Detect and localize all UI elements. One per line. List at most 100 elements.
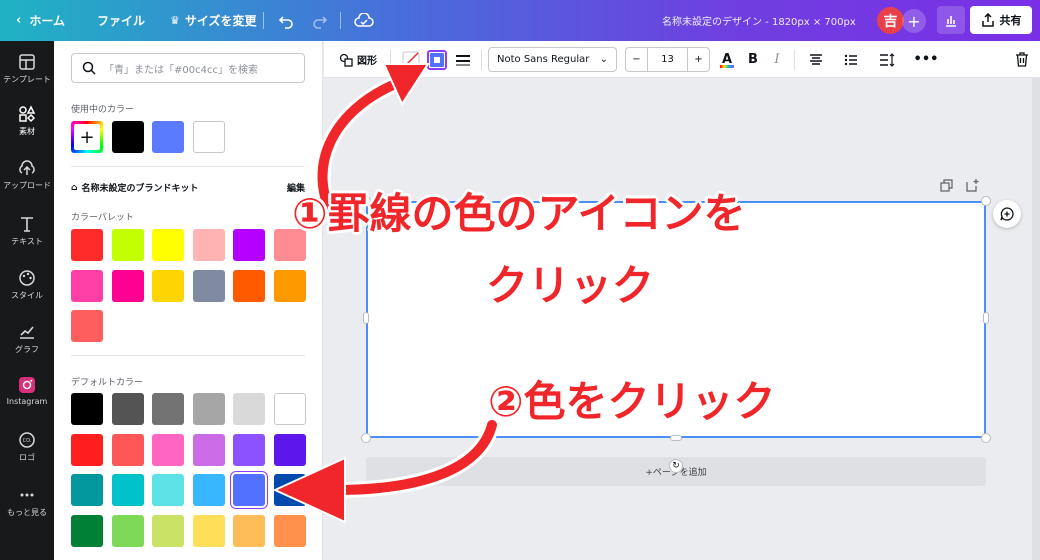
step1-annotation: ①罫線の色のアイコンを bbox=[292, 189, 746, 238]
default-swatch[interactable] bbox=[273, 474, 306, 506]
delete-button[interactable] bbox=[1012, 41, 1032, 78]
palette-swatch[interactable] bbox=[192, 229, 225, 261]
default-swatch[interactable] bbox=[111, 433, 144, 466]
avatar[interactable]: 吉 bbox=[877, 7, 904, 34]
insights-button[interactable] bbox=[937, 6, 965, 34]
comment-button[interactable] bbox=[993, 200, 1021, 228]
resize-handle[interactable] bbox=[361, 433, 371, 443]
fill-color-button[interactable] bbox=[400, 41, 422, 78]
resize-handle[interactable] bbox=[981, 196, 991, 206]
default-swatch[interactable] bbox=[192, 393, 225, 425]
palette-swatch[interactable] bbox=[111, 229, 144, 261]
file-menu-button[interactable]: ファイル bbox=[97, 0, 145, 41]
duplicate-page-button[interactable] bbox=[940, 178, 954, 197]
default-swatch[interactable] bbox=[233, 474, 265, 506]
resize-button[interactable]: ♛ サイズを変更 bbox=[170, 0, 257, 41]
border-color-swatch bbox=[427, 49, 447, 70]
default-swatch[interactable] bbox=[111, 514, 144, 547]
font-family-select[interactable]: Noto Sans Regular ⌄ bbox=[488, 47, 617, 72]
italic-button[interactable]: I bbox=[768, 41, 786, 78]
palette-swatch[interactable] bbox=[152, 269, 184, 302]
rail-item-upload[interactable]: アップロード bbox=[0, 159, 54, 191]
palette-swatch[interactable] bbox=[273, 269, 306, 302]
italic-icon: I bbox=[774, 52, 780, 67]
default-swatch[interactable] bbox=[111, 393, 144, 425]
brand-kit-label: 名称未設定のブランドキット bbox=[81, 184, 199, 194]
home-button[interactable]: ‹ ホーム bbox=[16, 0, 65, 41]
rail-item-text[interactable]: テキスト bbox=[0, 215, 54, 247]
increase-size-button[interactable]: + bbox=[686, 48, 709, 71]
document-title[interactable]: 名称未設定のデザイン - 1820px × 700px bbox=[662, 0, 856, 41]
palette-swatch[interactable] bbox=[233, 269, 265, 302]
bold-button[interactable]: B bbox=[744, 41, 762, 78]
list-button[interactable] bbox=[841, 41, 861, 78]
rail-item-elements[interactable]: 素材 bbox=[0, 105, 54, 137]
resize-label: サイズを変更 bbox=[184, 14, 257, 28]
default-swatch[interactable] bbox=[273, 393, 306, 425]
palette-swatch[interactable] bbox=[233, 229, 265, 261]
redo-button[interactable] bbox=[312, 0, 328, 41]
chevron-down-icon: ⌄ bbox=[599, 54, 608, 65]
default-swatch[interactable] bbox=[192, 474, 225, 506]
default-swatch[interactable] bbox=[233, 393, 265, 425]
default-swatch[interactable] bbox=[192, 433, 225, 466]
in-use-swatch[interactable] bbox=[111, 121, 144, 153]
resize-handle[interactable] bbox=[981, 433, 991, 443]
default-swatch[interactable] bbox=[152, 514, 184, 547]
default-swatch[interactable] bbox=[71, 474, 103, 506]
default-swatch[interactable] bbox=[152, 474, 184, 506]
palette-swatch[interactable] bbox=[71, 269, 103, 302]
cloud-save-button[interactable] bbox=[354, 0, 374, 41]
align-button[interactable] bbox=[806, 41, 826, 78]
color-search[interactable]: 「青」または「#00c4cc」を検索 bbox=[71, 53, 305, 83]
default-swatch[interactable] bbox=[71, 514, 103, 547]
default-swatch[interactable] bbox=[111, 474, 144, 506]
font-size-value[interactable]: 13 bbox=[661, 54, 674, 65]
decrease-size-button[interactable]: − bbox=[626, 48, 648, 71]
default-swatch[interactable] bbox=[71, 433, 103, 466]
resize-handle[interactable] bbox=[670, 435, 682, 441]
rail-item-more[interactable]: もっと見る bbox=[0, 486, 54, 518]
resize-handle[interactable] bbox=[983, 312, 989, 324]
default-swatch[interactable] bbox=[233, 433, 265, 466]
divider bbox=[71, 166, 305, 167]
palette-swatch[interactable] bbox=[111, 269, 144, 302]
default-swatch[interactable] bbox=[152, 393, 184, 425]
default-swatch[interactable] bbox=[192, 514, 225, 547]
in-use-swatch[interactable] bbox=[152, 121, 184, 153]
share-button[interactable]: 共有 bbox=[970, 6, 1032, 34]
font-family-value: Noto Sans Regular bbox=[497, 54, 590, 65]
in-use-swatch[interactable] bbox=[192, 121, 225, 153]
default-colors-heading: デフォルトカラー bbox=[71, 378, 144, 388]
default-swatch[interactable] bbox=[273, 514, 306, 547]
palette-swatch[interactable] bbox=[152, 229, 184, 261]
default-swatch[interactable] bbox=[233, 514, 265, 547]
default-swatch[interactable] bbox=[152, 433, 184, 466]
palette-swatch[interactable] bbox=[192, 269, 225, 302]
palette-swatch[interactable] bbox=[71, 229, 103, 261]
rotate-handle[interactable]: ↻ bbox=[669, 459, 683, 473]
scrollbar[interactable] bbox=[1032, 78, 1040, 560]
divider bbox=[481, 50, 482, 70]
rail-item-logos[interactable]: CO. ロゴ bbox=[0, 431, 54, 463]
resize-handle[interactable] bbox=[363, 312, 369, 324]
border-style-button[interactable] bbox=[452, 41, 474, 78]
shape-button[interactable]: 図形 bbox=[334, 41, 382, 78]
default-swatch[interactable] bbox=[71, 393, 103, 425]
rail-item-templates[interactable]: テンプレート bbox=[0, 53, 54, 85]
text-color-button[interactable]: A bbox=[717, 41, 737, 78]
rail-item-style[interactable]: スタイル bbox=[0, 269, 54, 301]
spacing-button[interactable] bbox=[877, 41, 897, 78]
more-options-button[interactable]: ••• bbox=[914, 41, 939, 78]
palette-swatch[interactable] bbox=[71, 310, 103, 342]
add-page-icon-button[interactable] bbox=[966, 177, 980, 196]
file-label: ファイル bbox=[97, 14, 146, 28]
font-size-stepper[interactable]: − 13 + bbox=[625, 47, 710, 72]
rail-item-charts[interactable]: グラフ bbox=[0, 323, 54, 355]
add-collaborator-button[interactable]: + bbox=[902, 9, 926, 33]
undo-button[interactable] bbox=[278, 0, 294, 41]
default-swatch[interactable] bbox=[273, 433, 306, 466]
rail-item-instagram[interactable]: Instagram bbox=[0, 376, 54, 406]
add-color-button[interactable]: + bbox=[71, 121, 103, 153]
border-color-button[interactable] bbox=[426, 41, 448, 78]
